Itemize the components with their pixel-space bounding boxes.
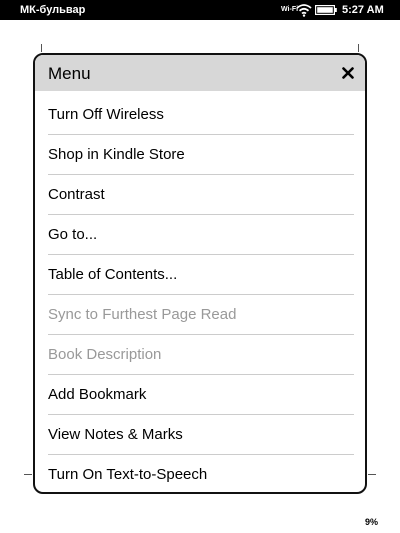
menu-item-view-notes-marks[interactable]: View Notes & Marks (48, 415, 354, 455)
menu-item-go-to[interactable]: Go to... (48, 215, 354, 255)
menu-item-add-bookmark[interactable]: Add Bookmark (48, 375, 354, 415)
menu-item-book-description: Book Description (48, 335, 354, 375)
menu-item-contrast[interactable]: Contrast (48, 175, 354, 215)
menu-header: Menu (35, 55, 365, 91)
menu-item-text-to-speech[interactable]: Turn On Text-to-Speech (48, 455, 354, 492)
crop-mark-bottom-left (24, 474, 32, 475)
close-icon[interactable] (342, 67, 354, 79)
menu-items: Turn Off Wireless Shop in Kindle Store C… (48, 95, 354, 492)
reading-progress: 9% (365, 517, 379, 527)
menu-dialog: Menu Turn Off Wireless Shop in Kindle St… (33, 53, 367, 494)
menu-item-turn-off-wireless[interactable]: Turn Off Wireless (48, 95, 354, 135)
status-bar: МК-бульвар Wi-Fi 5:27 AM (0, 0, 400, 20)
crop-mark-top-left (41, 44, 42, 52)
battery-icon (315, 5, 337, 15)
wifi-signal-icon (296, 4, 312, 17)
crop-mark-top-right (358, 44, 359, 52)
book-title: МК-бульвар (20, 4, 86, 16)
clock: 5:27 AM (342, 4, 384, 16)
menu-item-shop-kindle-store[interactable]: Shop in Kindle Store (48, 135, 354, 175)
menu-item-sync-furthest-page: Sync to Furthest Page Read (48, 295, 354, 335)
menu-item-table-of-contents[interactable]: Table of Contents... (48, 255, 354, 295)
crop-mark-bottom-right (368, 474, 376, 475)
menu-title: Menu (48, 64, 91, 83)
